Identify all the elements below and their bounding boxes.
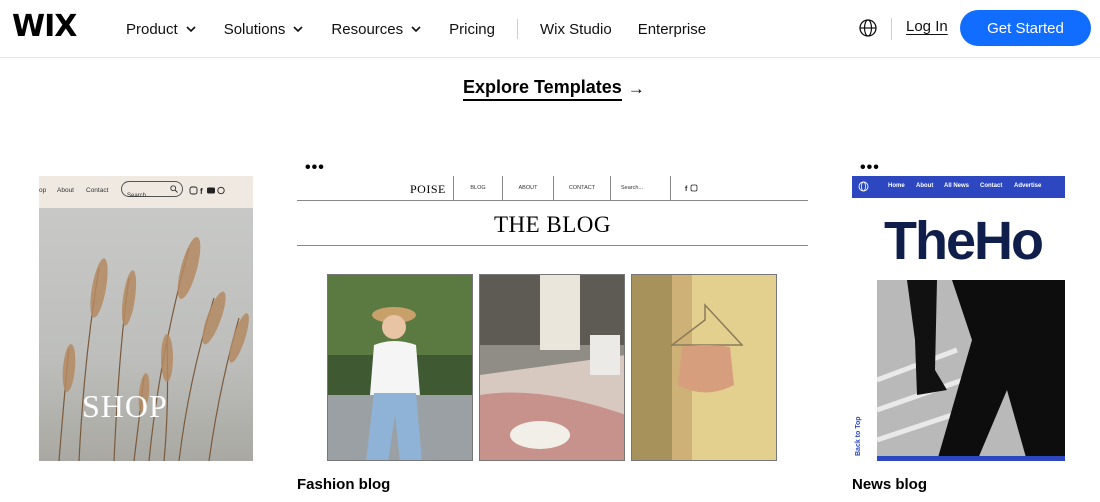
shop-nav-contact: Contact [86,187,109,194]
blog-photo-bed [479,274,625,461]
nav-pricing[interactable]: Pricing [449,21,495,38]
nav-resources-label: Resources [331,20,404,38]
svg-text:f: f [685,186,688,192]
news-blog-caption: News blog [852,476,928,493]
header-divider [891,18,892,40]
fashion-blog-template-card[interactable]: POISE BLOG ABOUT CONTACT Search... f THE… [297,176,808,461]
shop-template-nav: op About Contact Search... f [39,176,253,208]
fashion-blog-caption: Fashion blog [297,476,391,493]
nav-wix-studio[interactable]: Wix Studio [540,21,612,38]
news-template-nav: Home About All News Contact Advertise [852,176,1065,198]
shop-nav-item: op [39,187,47,194]
blog-divider [297,245,808,246]
globe-icon[interactable] [858,18,878,38]
news-nav-all-news: All News [944,183,970,189]
blog-nav-blog: BLOG [453,176,502,201]
nav-divider [516,19,518,39]
chevron-down-icon [293,26,303,33]
blog-social-icons: f [670,176,710,201]
nav-solutions[interactable]: Solutions [224,21,306,38]
globe-icon [858,181,869,192]
blog-nav-about: ABOUT [502,176,553,201]
blog-template-nav: POISE BLOG ABOUT CONTACT Search... f [297,176,808,201]
nav-enterprise[interactable]: Enterprise [638,21,706,38]
nav-product-label: Product [126,20,178,38]
shop-hero-text: SHOP [82,388,168,424]
news-photo-walkers [877,280,1065,461]
more-options-icon[interactable]: ••• [305,160,325,176]
chevron-down-icon [411,26,421,33]
get-started-button[interactable]: Get Started [960,10,1091,46]
svg-text:f: f [200,187,203,195]
blog-search-input: Search... [610,176,670,201]
more-options-icon[interactable]: ••• [860,160,880,176]
arrow-right-icon: → [627,78,645,98]
news-nav-home: Home [888,183,905,189]
blog-photo-hanger [631,274,777,461]
blog-photo-woman-hat [327,274,473,461]
explore-templates-link[interactable]: Explore Templates → [463,76,645,101]
news-nav-contact: Contact [980,183,1003,189]
news-blog-template-card[interactable]: Home About All News Contact Advertise Th… [852,176,1065,461]
blog-brand: POISE [410,182,446,196]
nav-product[interactable]: Product [126,21,198,38]
main-nav: Product Solutions Resources Pricing Wix … [126,0,732,58]
nav-solutions-label: Solutions [223,20,286,38]
nav-resources[interactable]: Resources [331,21,423,38]
news-nav-advertise: Advertise [1014,183,1042,189]
shop-search-input: Search... [121,181,183,199]
news-nav-about: About [916,183,934,189]
back-to-top-link: Back to Top [855,416,862,456]
search-icon [170,185,178,193]
wix-logo[interactable]: WIX [12,9,77,45]
site-header: WIX Product Solutions Resources Pricing … [0,0,1100,58]
explore-templates-label: Explore Templates [463,76,622,101]
news-headline: TheHo [884,211,1044,271]
pampas-grass-image: SHOP [39,208,253,461]
shop-search-placeholder: Search... [127,193,152,199]
chevron-down-icon [186,26,196,33]
blog-nav-contact: CONTACT [553,176,610,201]
blog-title: THE BLOG [493,212,612,237]
shop-template-card[interactable]: op About Contact Search... f SHOP [39,176,253,461]
shop-nav-about: About [57,187,74,194]
social-icons: f [189,186,225,195]
login-link[interactable]: Log In [906,18,948,35]
